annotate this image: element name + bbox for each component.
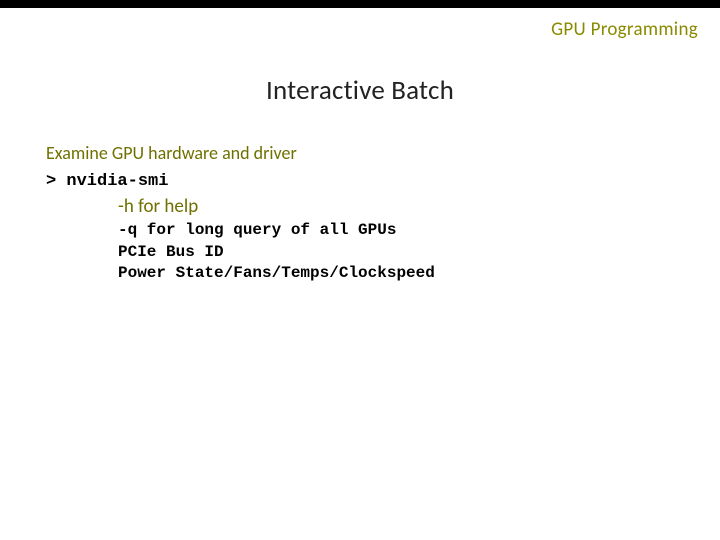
detail-line: PCIe Bus ID <box>118 243 224 261</box>
top-bar <box>0 0 720 8</box>
subtitle: Examine GPU hardware and driver <box>46 142 297 164</box>
page-title: Interactive Batch <box>0 74 720 107</box>
detail-line: -q for long query of all GPUs <box>118 221 396 239</box>
help-option: -h for help <box>118 195 198 218</box>
command-line: > nvidia-smi <box>46 172 168 191</box>
header-label: GPU Programming <box>551 18 698 41</box>
detail-line: Power State/Fans/Temps/Clockspeed <box>118 264 435 282</box>
details-block: -q for long query of all GPUs PCIe Bus I… <box>118 220 435 285</box>
slide: GPU Programming Interactive Batch Examin… <box>0 0 720 540</box>
